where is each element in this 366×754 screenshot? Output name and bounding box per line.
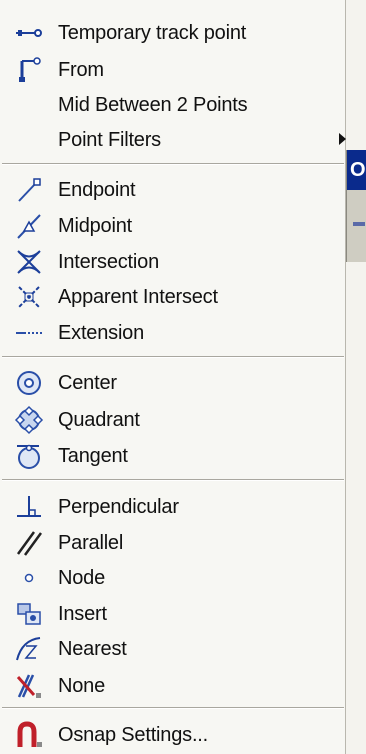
menu-item-label: Apparent Intersect [58,285,218,308]
menu-item-label: From [58,58,104,81]
menu-item-label: Endpoint [58,178,136,201]
menu-item-label: Extension [58,321,145,344]
parallel-icon [14,528,44,558]
tangent-icon [14,441,44,471]
menu-item-node[interactable]: Node [0,561,346,595]
menu-item-perpendicular[interactable]: Perpendicular [0,490,346,524]
center-icon [14,368,44,398]
menu-item-label: Node [58,566,106,589]
endpoint-icon [14,175,44,205]
perpendicular-icon [14,492,44,522]
menu-item-label: Quadrant [58,408,140,431]
menu-item-label: Parallel [58,531,124,554]
submenu-flyout: O [346,150,366,262]
midpoint-icon [14,211,44,241]
none-icon [14,671,44,701]
menu-item-label: Osnap Settings... [58,723,209,746]
insert-icon [14,599,44,629]
osnap-context-menu: Temporary track point From Mid Between 2… [0,0,346,754]
submenu-flyout-icon [353,222,365,226]
apparent-intersect-icon [14,282,44,312]
menu-item-nearest[interactable]: Nearest [0,632,346,666]
menu-item-center[interactable]: Center [0,366,346,400]
menu-item-label: Center [58,371,117,394]
menu-item-label: Intersection [58,250,159,273]
menu-item-tangent[interactable]: Tangent [0,439,346,473]
menu-item-quadrant[interactable]: Quadrant [0,403,346,437]
menu-item-osnap-settings[interactable]: Osnap Settings... [0,718,346,752]
temporary-track-point-icon [14,18,44,48]
menu-item-endpoint[interactable]: Endpoint [0,173,346,207]
osnap-settings-icon [14,720,44,750]
submenu-arrow-icon [339,133,346,145]
menu-item-label: Tangent [58,444,128,467]
node-icon [14,563,44,593]
quadrant-icon [14,405,44,435]
submenu-flyout-title: O [347,150,366,190]
menu-item-from[interactable]: From [0,53,346,87]
menu-item-intersection[interactable]: Intersection [0,245,346,279]
menu-item-label: Temporary track point [58,21,247,44]
menu-separator [2,479,344,481]
menu-item-label: None [58,674,106,697]
extension-icon [14,318,44,348]
menu-item-midpoint[interactable]: Midpoint [0,209,346,243]
menu-item-label: Insert [58,602,107,625]
menu-item-label: Perpendicular [58,495,179,518]
menu-item-label: Point Filters [58,128,161,151]
menu-item-extension[interactable]: Extension [0,316,346,350]
menu-item-point-filters[interactable]: Point Filters [0,123,346,157]
menu-item-temporary-track-point[interactable]: Temporary track point [0,16,346,50]
menu-item-insert[interactable]: Insert [0,597,346,631]
menu-item-label: Midpoint [58,214,132,237]
menu-separator [2,163,344,165]
menu-separator [2,707,344,709]
menu-item-none[interactable]: None [0,669,346,703]
nearest-icon [14,634,44,664]
menu-item-mid-between-2-points[interactable]: Mid Between 2 Points [0,88,346,122]
menu-item-label: Mid Between 2 Points [58,93,248,116]
menu-item-label: Nearest [58,637,127,660]
intersection-icon [14,247,44,277]
menu-item-parallel[interactable]: Parallel [0,526,346,560]
menu-separator [2,356,344,358]
from-icon [14,55,44,85]
menu-item-apparent-intersect[interactable]: Apparent Intersect [0,280,346,314]
